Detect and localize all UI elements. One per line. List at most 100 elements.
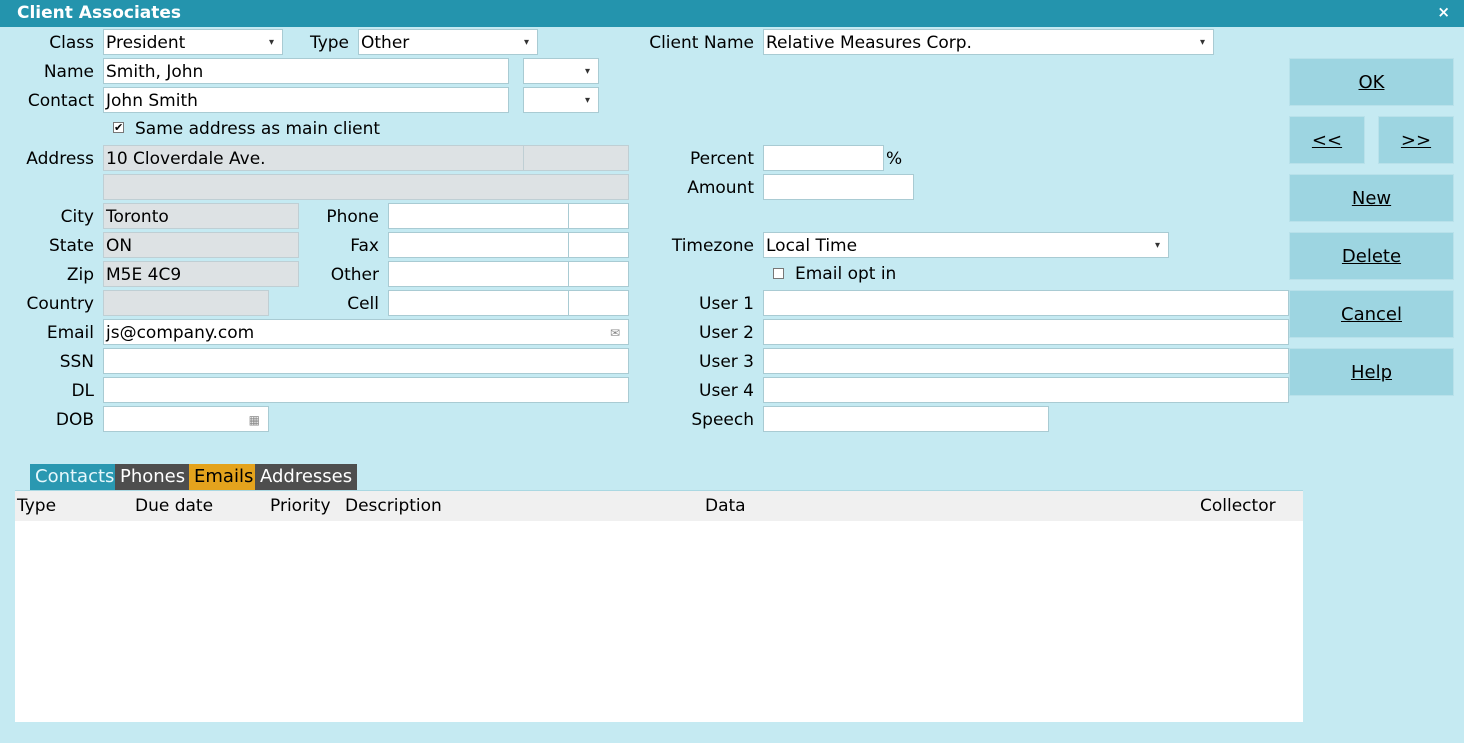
- user1-input[interactable]: [763, 290, 1289, 316]
- delete-button[interactable]: Delete: [1289, 232, 1454, 280]
- fax-label: Fax: [350, 236, 379, 256]
- city-label: City: [60, 207, 94, 227]
- state-input[interactable]: ON: [103, 232, 299, 258]
- cancel-button-label: Cancel: [1341, 304, 1402, 325]
- column-description[interactable]: Description: [345, 491, 442, 521]
- email-input[interactable]: js@company.com ✉: [103, 319, 629, 345]
- address-unit-input[interactable]: [523, 145, 629, 171]
- previous-button[interactable]: <<: [1289, 116, 1365, 164]
- class-value: President: [106, 33, 186, 53]
- timezone-value: Local Time: [766, 236, 858, 256]
- help-button[interactable]: Help: [1289, 348, 1454, 396]
- fax-input[interactable]: [388, 232, 569, 258]
- client-name-label: Client Name: [649, 33, 754, 53]
- contact-label: Contact: [27, 91, 94, 111]
- tab-contacts[interactable]: Contacts: [30, 464, 120, 490]
- country-label: Country: [26, 294, 94, 314]
- contacts-grid[interactable]: [15, 490, 1303, 722]
- state-label: State: [49, 236, 94, 256]
- percent-input[interactable]: [763, 145, 884, 171]
- other-phone-ext-input[interactable]: [568, 261, 629, 287]
- address-line2-input[interactable]: [103, 174, 629, 200]
- chevron-down-icon: ▾: [584, 66, 590, 77]
- column-collector[interactable]: Collector: [1200, 491, 1276, 521]
- same-address-label: Same address as main client: [135, 119, 381, 139]
- chevron-down-icon: ▾: [1154, 240, 1160, 251]
- tab-phones[interactable]: Phones: [115, 464, 191, 490]
- delete-button-label: Delete: [1341, 246, 1402, 267]
- phone-input[interactable]: [388, 203, 569, 229]
- percent-label: Percent: [690, 149, 754, 169]
- other-phone-label: Other: [330, 265, 379, 285]
- ok-button[interactable]: OK: [1289, 58, 1454, 106]
- name-label: Name: [43, 62, 94, 82]
- dl-input[interactable]: [103, 377, 629, 403]
- user2-input[interactable]: [763, 319, 1289, 345]
- column-due-date[interactable]: Due date: [135, 491, 213, 521]
- dob-label: DOB: [55, 410, 94, 430]
- type-select[interactable]: Other ▾: [358, 29, 538, 55]
- ok-button-label: OK: [1358, 72, 1385, 93]
- zip-label: Zip: [66, 265, 94, 285]
- same-address-checkbox[interactable]: ✔: [113, 122, 124, 133]
- type-value: Other: [361, 33, 410, 53]
- speech-input[interactable]: [763, 406, 1049, 432]
- chevron-down-icon: ▾: [1199, 37, 1205, 48]
- calendar-icon[interactable]: ▦: [249, 407, 260, 431]
- country-input[interactable]: [103, 290, 269, 316]
- dob-input[interactable]: ▦: [103, 406, 269, 432]
- timezone-label: Timezone: [671, 236, 754, 256]
- column-type[interactable]: Type: [17, 491, 56, 521]
- fax-ext-input[interactable]: [568, 232, 629, 258]
- address-line1-input[interactable]: 10 Cloverdale Ave.: [103, 145, 524, 171]
- cell-input[interactable]: [388, 290, 569, 316]
- amount-label: Amount: [687, 178, 754, 198]
- email-opt-in-checkbox[interactable]: [773, 268, 784, 279]
- amount-input[interactable]: [763, 174, 914, 200]
- window-title: Client Associates: [17, 3, 182, 23]
- speech-label: Speech: [691, 410, 754, 430]
- phone-ext-input[interactable]: [568, 203, 629, 229]
- phone-label: Phone: [326, 207, 379, 227]
- column-data[interactable]: Data: [705, 491, 746, 521]
- chevron-down-icon: ▾: [584, 95, 590, 106]
- class-label: Class: [49, 33, 94, 53]
- dl-label: DL: [71, 381, 94, 401]
- ssn-label: SSN: [59, 352, 94, 372]
- grid-header: Type Due date Priority Description Data …: [15, 490, 1303, 521]
- tab-emails[interactable]: Emails: [189, 464, 259, 490]
- ssn-input[interactable]: [103, 348, 629, 374]
- column-priority[interactable]: Priority: [270, 491, 331, 521]
- address-label: Address: [26, 149, 94, 169]
- envelope-icon[interactable]: ✉: [610, 320, 620, 344]
- name-input[interactable]: Smith, John: [103, 58, 509, 84]
- close-icon[interactable]: ×: [1437, 3, 1450, 21]
- city-input[interactable]: Toronto: [103, 203, 299, 229]
- other-phone-input[interactable]: [388, 261, 569, 287]
- percent-unit: %: [886, 149, 903, 169]
- name-suffix-select[interactable]: ▾: [523, 58, 599, 84]
- user3-input[interactable]: [763, 348, 1289, 374]
- cell-ext-input[interactable]: [568, 290, 629, 316]
- user4-input[interactable]: [763, 377, 1289, 403]
- timezone-select[interactable]: Local Time ▾: [763, 232, 1169, 258]
- zip-input[interactable]: M5E 4C9: [103, 261, 299, 287]
- new-button[interactable]: New: [1289, 174, 1454, 222]
- chevron-down-icon: ▾: [268, 37, 274, 48]
- contact-suffix-select[interactable]: ▾: [523, 87, 599, 113]
- title-bar: Client Associates ×: [0, 0, 1464, 27]
- class-select[interactable]: President ▾: [103, 29, 283, 55]
- chevron-down-icon: ▾: [523, 37, 529, 48]
- client-name-value: Relative Measures Corp.: [766, 33, 972, 53]
- type-label: Type: [309, 33, 349, 53]
- cell-label: Cell: [347, 294, 379, 314]
- next-button[interactable]: >>: [1378, 116, 1454, 164]
- contact-input[interactable]: John Smith: [103, 87, 509, 113]
- client-name-select[interactable]: Relative Measures Corp. ▾: [763, 29, 1214, 55]
- cancel-button[interactable]: Cancel: [1289, 290, 1454, 338]
- email-label: Email: [46, 323, 94, 343]
- next-button-label: >>: [1400, 130, 1432, 151]
- tab-addresses[interactable]: Addresses: [255, 464, 358, 490]
- user2-label: User 2: [699, 323, 754, 343]
- help-button-label: Help: [1350, 362, 1393, 383]
